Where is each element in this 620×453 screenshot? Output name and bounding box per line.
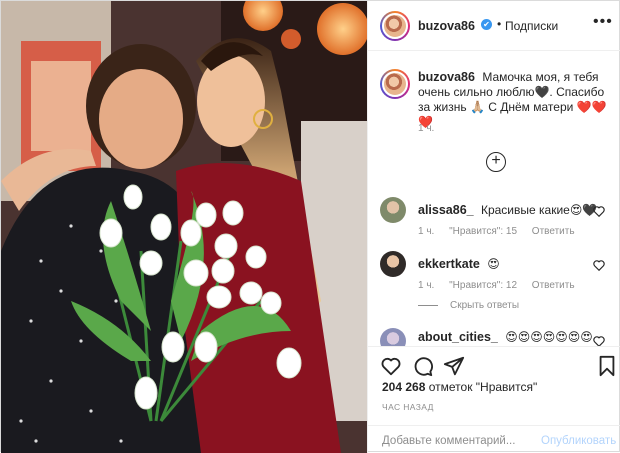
comment-meta: 1 ч. "Нравится": 12 Ответить <box>418 280 587 291</box>
hide-replies-label: Скрыть ответы <box>450 300 520 311</box>
comment-line: alissa86_ Красивые какие😍🖤 <box>418 203 597 217</box>
divider-line <box>418 304 438 306</box>
verified-badge-icon: ✔ <box>481 19 492 30</box>
comment-icon[interactable] <box>412 355 434 377</box>
heart-icon[interactable] <box>380 355 402 377</box>
commenter-username-link[interactable]: about_cities_ <box>418 330 498 344</box>
bookmark-icon[interactable] <box>596 355 618 377</box>
comment-text: 😍 <box>487 257 500 271</box>
comment-text: Красивые какие😍🖤 <box>480 203 598 217</box>
reply-button[interactable]: Ответить <box>532 226 575 237</box>
commenter-avatar[interactable] <box>380 251 406 277</box>
post-photo[interactable] <box>1 1 367 453</box>
post-sidebar: buzova86 ✔ • Подписки ••• buzova86 Мамоч… <box>367 1 620 453</box>
comment-line: about_cities_ 😍😍😍😍😍😍😍 <box>418 330 593 344</box>
caption-text-block: buzova86 Мамочка моя, я тебя очень сильн… <box>418 70 608 130</box>
add-comment-bar: Добавьте комментарий... Опубликовать <box>368 425 620 453</box>
separator-dot: • <box>497 17 502 31</box>
avatar[interactable] <box>380 11 410 41</box>
comment-line: ekkertkate 😍 <box>418 257 500 271</box>
comment: about_cities_ 😍😍😍😍😍😍😍 <box>368 328 620 346</box>
load-more-comments-icon[interactable]: + <box>486 152 506 172</box>
caption-avatar[interactable] <box>380 69 410 99</box>
caption-username-link[interactable]: buzova86 <box>418 70 475 84</box>
like-comment-heart-icon[interactable] <box>592 204 606 218</box>
commenter-username-link[interactable]: alissa86_ <box>418 203 474 217</box>
likes-suffix: отметок "Нравится" <box>428 380 538 394</box>
post-photo-illustration <box>1 1 367 453</box>
following-button[interactable]: Подписки <box>505 19 558 33</box>
likes-number: 204 268 <box>382 380 426 394</box>
commenter-avatar[interactable] <box>380 197 406 223</box>
post-actions: 204 268 отметок "Нравится" ЧАС НАЗАД <box>368 346 620 431</box>
reply-button[interactable]: Ответить <box>532 280 575 291</box>
likes-count[interactable]: 204 268 отметок "Нравится" <box>382 380 537 394</box>
publish-button[interactable]: Опубликовать <box>541 435 616 447</box>
caption-timestamp[interactable]: 1 ч. <box>418 123 434 134</box>
comment-likes-count[interactable]: "Нравится": 12 <box>449 280 517 291</box>
post-header: buzova86 ✔ • Подписки ••• <box>368 1 620 51</box>
comment-time[interactable]: 1 ч. <box>418 226 434 237</box>
more-options-icon[interactable]: ••• <box>593 13 613 31</box>
comment: ekkertkate 😍 1 ч. "Нравится": 12 Ответит… <box>368 251 620 297</box>
instagram-post: buzova86 ✔ • Подписки ••• buzova86 Мамоч… <box>0 0 620 453</box>
comment-input[interactable]: Добавьте комментарий... <box>382 435 515 447</box>
username-link[interactable]: buzova86 <box>418 19 475 33</box>
hide-replies-button[interactable]: Скрыть ответы <box>418 300 519 311</box>
commenter-avatar[interactable] <box>380 328 406 346</box>
comment-meta: 1 ч. "Нравится": 15 Ответить <box>418 226 587 237</box>
post-time-ago[interactable]: ЧАС НАЗАД <box>382 402 434 412</box>
like-comment-heart-icon[interactable] <box>592 334 606 346</box>
share-icon[interactable] <box>443 355 465 377</box>
comment: alissa86_ Красивые какие😍🖤 1 ч. "Нравитс… <box>368 197 620 243</box>
like-comment-heart-icon[interactable] <box>592 258 606 272</box>
comment-time[interactable]: 1 ч. <box>418 280 434 291</box>
commenter-username-link[interactable]: ekkertkate <box>418 257 480 271</box>
comment-likes-count[interactable]: "Нравится": 15 <box>449 226 517 237</box>
comment-text: 😍😍😍😍😍😍😍 <box>505 330 593 344</box>
